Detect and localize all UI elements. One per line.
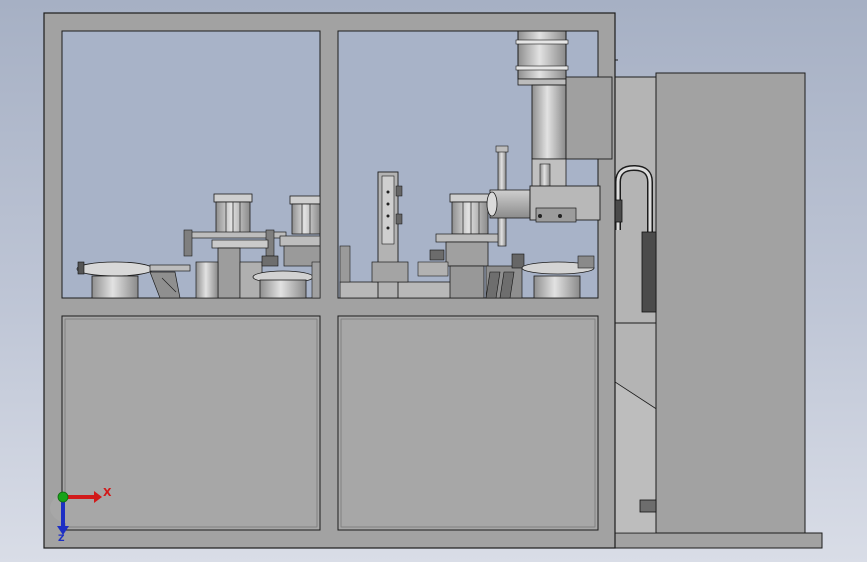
upper-left-window [61, 30, 321, 299]
cad-front-view [43, 12, 823, 549]
z-axis-label: Z [58, 534, 65, 544]
lower-right-door [337, 315, 599, 531]
side-cabinet [611, 72, 823, 549]
y-axis-dot [57, 491, 69, 503]
x-axis-label: X [103, 486, 112, 499]
